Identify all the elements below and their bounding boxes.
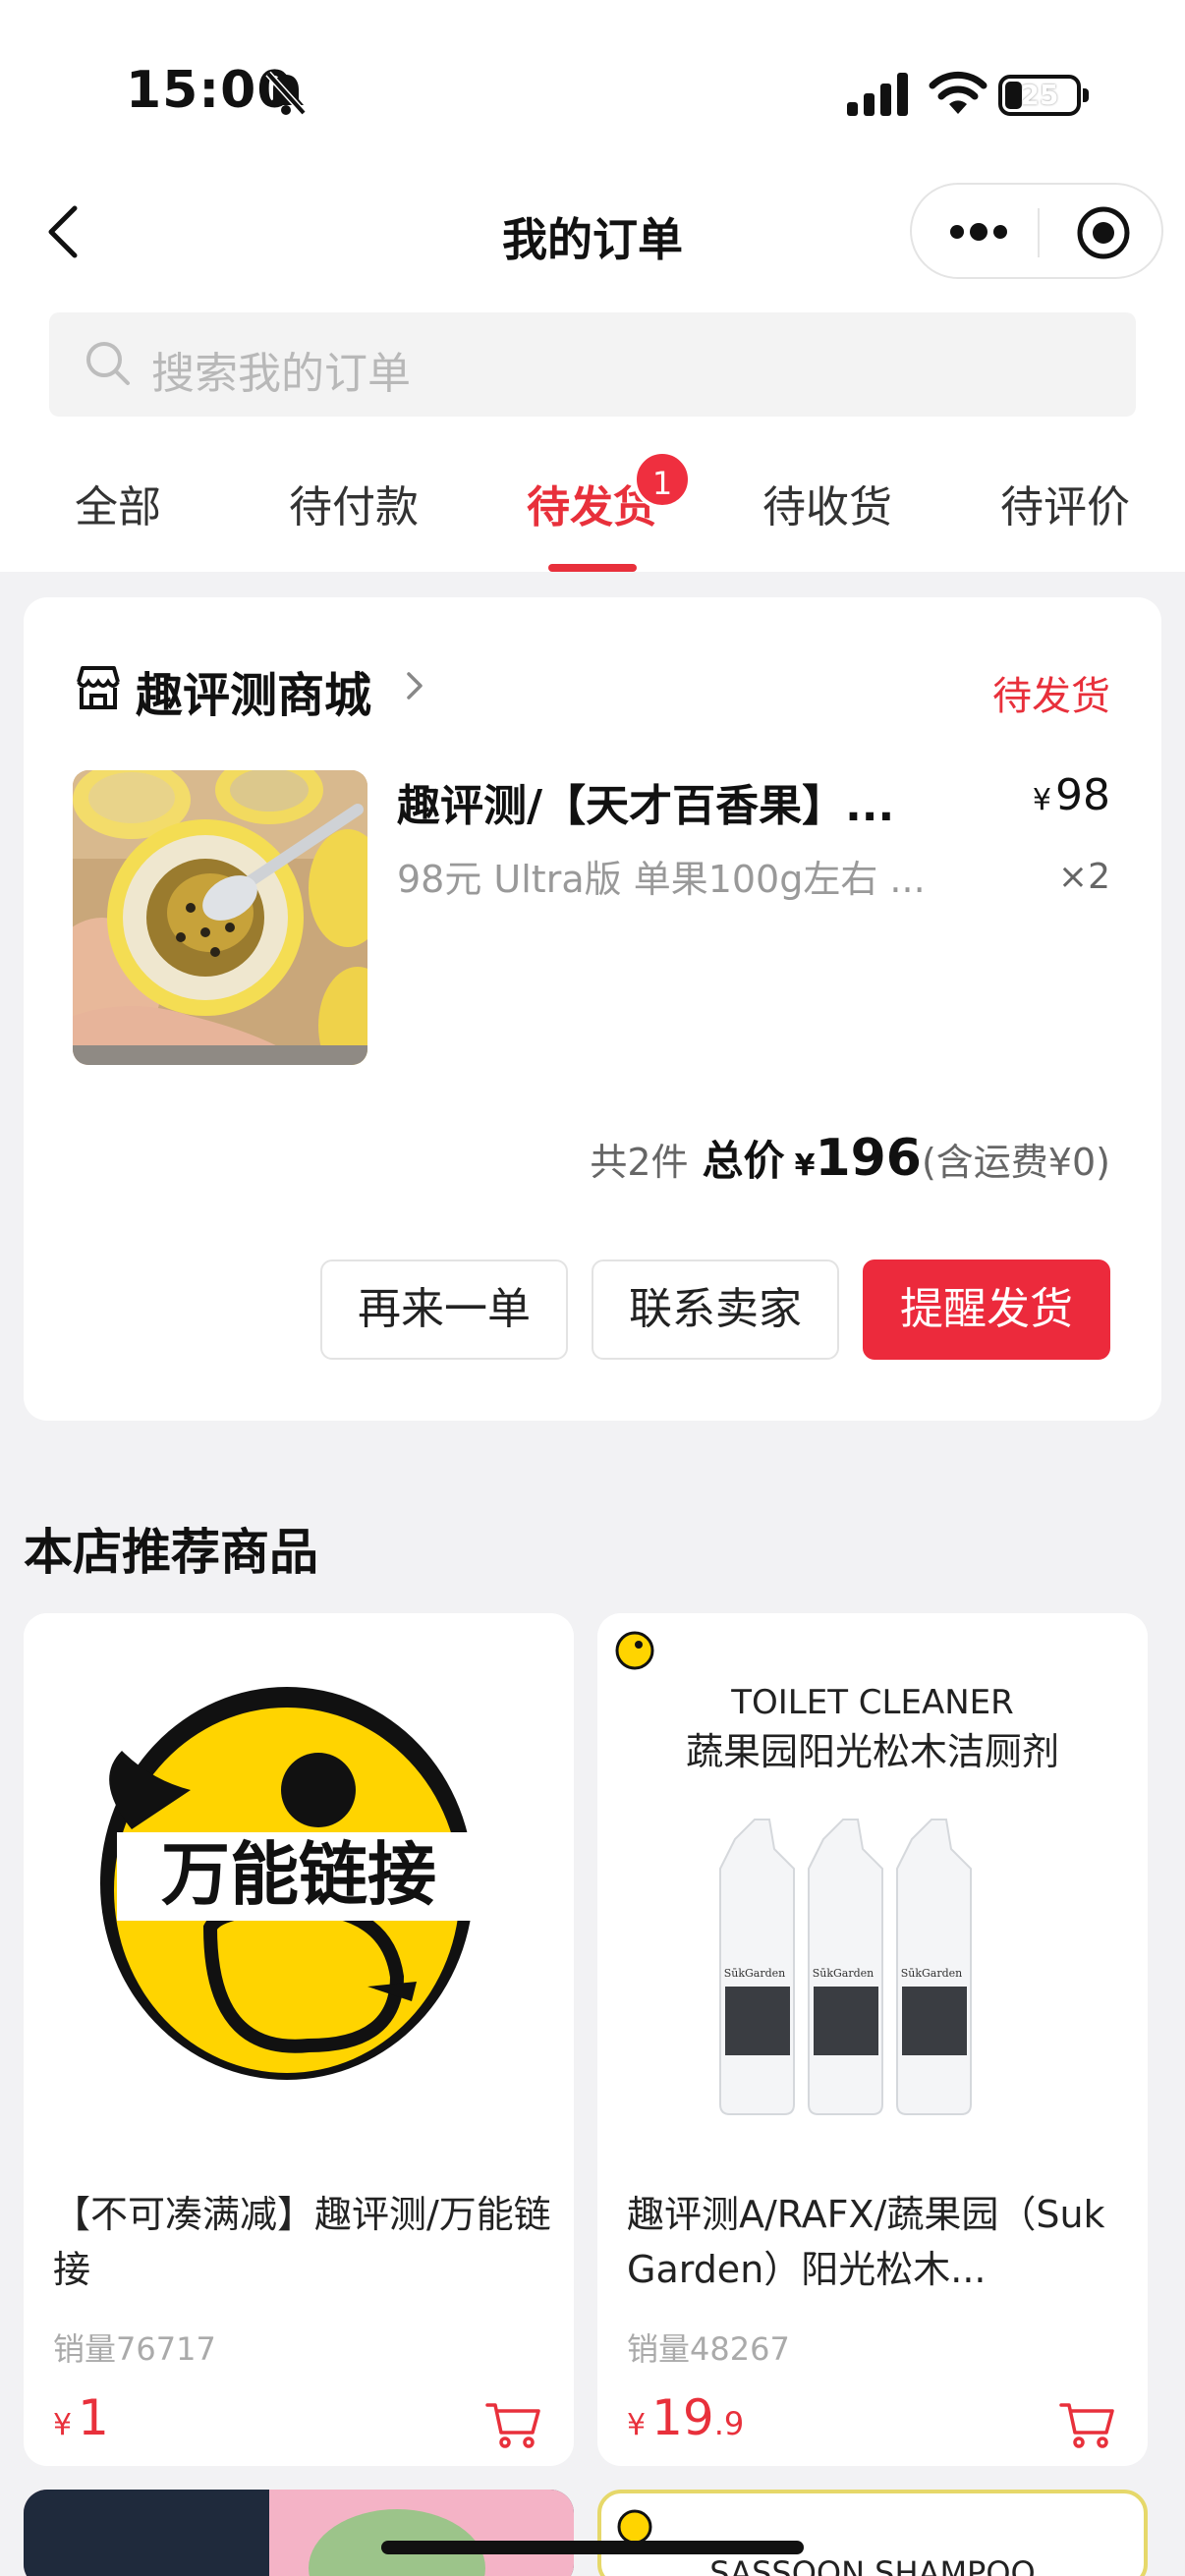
close-miniapp-icon[interactable] — [1075, 204, 1132, 261]
battery-indicator: 25 — [998, 75, 1089, 116]
home-indicator — [381, 2541, 804, 2554]
bottle-brand: SūkGarden — [724, 1967, 786, 1980]
product-card-sales: 销量76717 — [53, 2330, 216, 2368]
shop-name[interactable]: 趣评测商城 — [136, 656, 371, 725]
product-card-image: TOILET CLEANER 蔬果园阳光松木洁厕剂 SūkGarden SūkG… — [597, 1613, 1148, 2163]
search-input[interactable]: 搜索我的订单 — [49, 312, 1136, 417]
total-label: 总价 — [702, 1137, 785, 1185]
tab-all[interactable]: 全部 — [75, 472, 161, 534]
bell-muted-icon — [265, 71, 307, 116]
price-integer: 19 — [651, 2389, 714, 2446]
product-card-title[interactable]: 趣评测A/RAFX/蔬果园（Suk Garden）阳光松木... — [627, 2187, 1128, 2297]
price-integer: 1 — [78, 2389, 109, 2446]
contact-seller-button[interactable]: 联系卖家 — [592, 1260, 839, 1360]
product-card-image: SASSOON SHAMPOO — [617, 2509, 1036, 2576]
product-title[interactable]: 趣评测/【天才百香果】... — [397, 770, 947, 833]
product-card-partial[interactable] — [24, 2490, 574, 2576]
remind-shipment-button[interactable]: 提醒发货 — [863, 1260, 1110, 1360]
tab-pending-payment[interactable]: 待付款 — [289, 472, 419, 534]
product-price: ¥98 — [1033, 770, 1110, 820]
shop-icon — [77, 666, 120, 709]
recommend-title: 本店推荐商品 — [24, 1524, 318, 1581]
chevron-right-icon — [407, 672, 423, 700]
tab-pending-receipt[interactable]: 待收货 — [762, 472, 892, 534]
product-card-title[interactable]: 【不可凑满减】趣评测/万能链接 — [53, 2187, 554, 2297]
tab-pending-review[interactable]: 待评价 — [1000, 472, 1130, 534]
status-bar: 15:00 25 — [0, 0, 1185, 157]
product-card-sales: 销量48267 — [627, 2330, 790, 2368]
order-card[interactable]: 趣评测商城 待发货 趣评测/【天才百香果】... 98元 Ultra版 单果10… — [24, 597, 1161, 1421]
total-currency: ¥ — [794, 1148, 816, 1183]
product-card-image: 万能链接 — [24, 1613, 574, 2163]
header-area: 15:00 25 我的订单 搜索我的订单 全部 待付款 待发货 1 待收货 待评… — [0, 0, 1185, 572]
product-image[interactable] — [73, 770, 367, 1065]
battery-level: 25 — [1020, 79, 1059, 111]
active-tab-indicator — [548, 564, 637, 572]
product-price-value: 98 — [1055, 770, 1110, 820]
bottle-brand: SūkGarden — [901, 1967, 963, 1980]
image-caption-en: TOILET CLEANER — [730, 1683, 1014, 1722]
brand-duck-icon — [617, 2509, 652, 2545]
image-caption-cn: 蔬果园阳光松木洁厕剂 — [686, 1730, 1059, 1773]
cellular-signal-icon — [847, 73, 908, 116]
product-card-price: ¥19.9 — [627, 2389, 744, 2446]
currency-symbol: ¥ — [627, 2408, 647, 2442]
search-icon — [86, 342, 130, 385]
item-count: 共2件 — [590, 1141, 689, 1184]
product-card-price: ¥1 — [53, 2389, 109, 2446]
total-amount: 196 — [815, 1129, 922, 1188]
price-decimal: .9 — [713, 2405, 745, 2442]
currency-symbol: ¥ — [53, 2408, 73, 2442]
add-to-cart-icon[interactable] — [1059, 2399, 1116, 2450]
bottle-brand: SūkGarden — [813, 1967, 875, 1980]
product-quantity: ×2 — [1057, 857, 1110, 897]
order-total: 共2件 总价 ¥196(含运费¥0) — [590, 1128, 1110, 1188]
product-card[interactable]: TOILET CLEANER 蔬果园阳光松木洁厕剂 SūkGarden SūkG… — [597, 1613, 1148, 2466]
miniapp-capsule — [910, 183, 1163, 279]
brand-duck-icon — [615, 1631, 654, 1670]
product-card-partial[interactable]: SASSOON SHAMPOO — [597, 2490, 1148, 2576]
search-placeholder: 搜索我的订单 — [151, 349, 411, 399]
passion-fruit-image — [73, 770, 367, 1065]
product-image-text: 万能链接 — [161, 1834, 436, 1915]
reorder-button[interactable]: 再来一单 — [320, 1260, 568, 1360]
product-spec: 98元 Ultra版 单果100g左右 ... — [397, 858, 926, 901]
partial-caption: SASSOON SHAMPOO — [709, 2554, 1035, 2576]
shipping-fee: (含运费¥0) — [921, 1141, 1110, 1184]
add-to-cart-icon[interactable] — [485, 2399, 542, 2450]
wifi-icon — [929, 71, 988, 114]
more-dots-icon[interactable] — [947, 214, 1010, 250]
product-card-image — [24, 2490, 574, 2576]
nav-bar: 我的订单 — [0, 167, 1185, 295]
order-tabs: 全部 待付款 待发货 1 待收货 待评价 — [0, 442, 1185, 572]
order-status: 待发货 — [992, 674, 1110, 719]
capsule-divider — [1038, 208, 1040, 257]
currency-symbol: ¥ — [1032, 783, 1051, 817]
tab-badge: 1 — [633, 450, 692, 509]
product-card[interactable]: 万能链接 【不可凑满减】趣评测/万能链接 销量76717 ¥1 — [24, 1613, 574, 2466]
